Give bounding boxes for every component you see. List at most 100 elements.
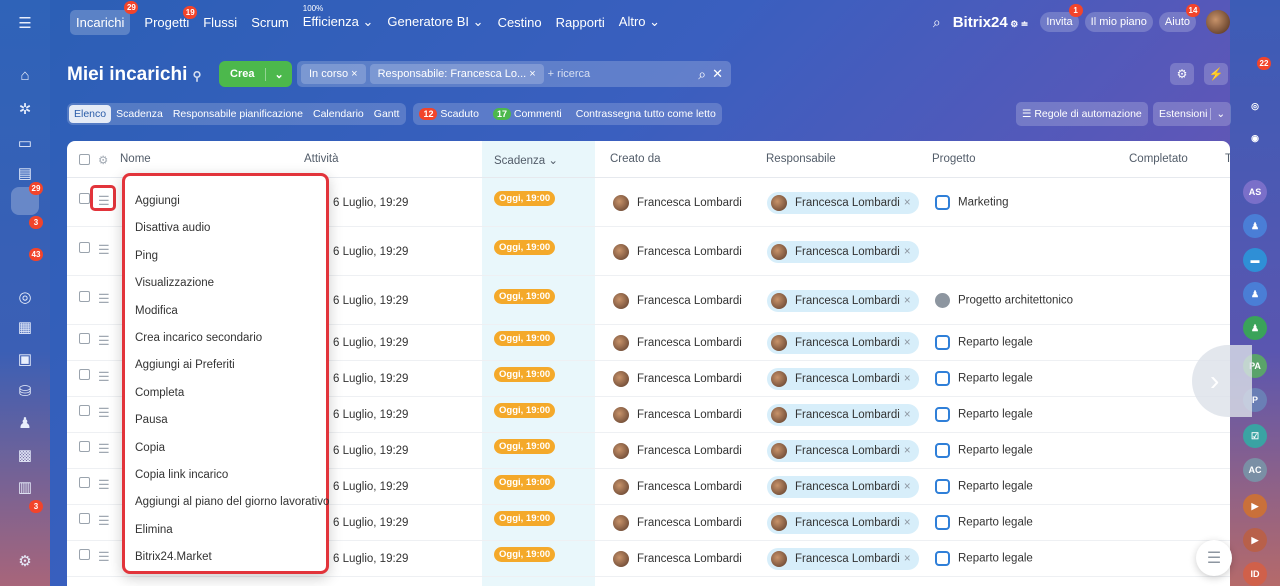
quick-action-button[interactable]: ⚡: [1204, 63, 1228, 85]
row-checkbox[interactable]: [79, 405, 90, 416]
created-by[interactable]: Francesca Lombardi: [613, 371, 742, 387]
row-menu-icon[interactable]: ☰: [98, 292, 110, 305]
project-link[interactable]: Marketing: [935, 195, 1009, 210]
responsible-chip[interactable]: Francesca Lombardi ×: [767, 290, 919, 312]
copilot-icon[interactable]: ◎: [1243, 94, 1267, 118]
video-icon[interactable]: ▶: [1243, 528, 1267, 552]
deadline-badge[interactable]: Oggi, 19:00: [494, 403, 556, 418]
project-link[interactable]: Progetto architettonico: [935, 293, 1073, 308]
column-completed[interactable]: Completato: [1129, 153, 1188, 165]
row-menu-icon[interactable]: ☰: [98, 514, 110, 527]
create-button[interactable]: Crea ⌄: [219, 61, 292, 87]
view-tab[interactable]: Scadenza: [111, 105, 168, 123]
filter-search-bar[interactable]: In corso × Responsabile: Francesca Lo...…: [297, 61, 731, 87]
responsible-chip[interactable]: Francesca Lombardi ×: [767, 332, 919, 354]
view-tab[interactable]: Elenco: [69, 105, 112, 123]
created-by[interactable]: Francesca Lombardi: [613, 551, 742, 567]
row-menu-icon[interactable]: ☰: [98, 478, 110, 491]
column-activity[interactable]: Attività: [304, 153, 339, 165]
responsible-chip[interactable]: Francesca Lombardi ×: [767, 440, 919, 462]
menu-item[interactable]: Modifica: [135, 305, 178, 317]
menu-item[interactable]: Aggiungi ai Preferiti: [135, 359, 235, 371]
column-name[interactable]: Nome: [120, 153, 151, 165]
created-by[interactable]: Francesca Lombardi: [613, 335, 742, 351]
docs-icon[interactable]: ▣: [11, 345, 39, 373]
pin-icon[interactable]: ⚲: [193, 69, 202, 83]
responsible-chip[interactable]: Francesca Lombardi ×: [767, 404, 919, 426]
responsible-chip[interactable]: Francesca Lombardi ×: [767, 548, 919, 570]
extensions-button[interactable]: Estensioni ⌄: [1153, 102, 1232, 126]
project-link[interactable]: Reparto legale: [935, 443, 1033, 458]
row-checkbox[interactable]: [79, 441, 90, 452]
row-checkbox[interactable]: [79, 291, 90, 302]
created-by[interactable]: Francesca Lombardi: [613, 443, 742, 459]
chat-icon[interactable]: ▭: [11, 129, 39, 157]
remove-icon[interactable]: ×: [904, 553, 911, 565]
column-truncated[interactable]: T: [1225, 153, 1230, 165]
row-menu-highlight[interactable]: [90, 185, 116, 211]
row-menu-icon[interactable]: ☰: [98, 334, 110, 347]
mail-icon[interactable]: 3: [11, 216, 43, 249]
deadline-badge[interactable]: Oggi, 19:00: [494, 439, 556, 454]
brand-logo[interactable]: Bitrix24 ⚙ ≐: [953, 14, 1029, 31]
column-responsible[interactable]: Responsabile: [766, 153, 836, 165]
drive-icon[interactable]: ⛁: [11, 377, 39, 405]
menu-item[interactable]: Aggiungi al piano del giorno lavorativo: [135, 496, 329, 508]
overdue-counter[interactable]: 12 Scaduto: [419, 108, 479, 120]
row-menu-icon[interactable]: ☰: [98, 442, 110, 455]
remove-icon[interactable]: ×: [904, 197, 911, 209]
menu-item[interactable]: Elimina: [135, 524, 173, 536]
check-icon[interactable]: ☑: [1243, 424, 1267, 448]
deadline-badge[interactable]: Oggi, 19:00: [494, 331, 556, 346]
deadline-badge[interactable]: Oggi, 19:00: [494, 475, 556, 490]
responsible-chip[interactable]: Francesca Lombardi ×: [767, 476, 919, 498]
row-menu-icon[interactable]: ☰: [98, 370, 110, 383]
create-dropdown-icon[interactable]: ⌄: [265, 67, 291, 81]
row-checkbox[interactable]: [79, 193, 90, 204]
view-tab[interactable]: Responsabile pianificazione: [168, 105, 308, 123]
select-all-checkbox[interactable]: [79, 154, 90, 165]
calendar-icon[interactable]: ▦: [11, 313, 39, 341]
search-input[interactable]: + ricerca: [548, 68, 699, 80]
screen-icon[interactable]: ▩: [11, 441, 39, 469]
column-deadline[interactable]: Scadenza ⌄: [494, 153, 558, 167]
group-icon[interactable]: ♟: [1243, 316, 1267, 340]
deadline-badge[interactable]: Oggi, 19:00: [494, 289, 556, 304]
bell-icon[interactable]: 22: [1243, 57, 1271, 86]
sign-icon[interactable]: 3: [11, 500, 43, 533]
view-tab[interactable]: Gantt: [369, 105, 405, 123]
project-link[interactable]: Reparto legale: [935, 335, 1033, 350]
nav-item[interactable]: Generatore BI ⌄: [387, 14, 483, 30]
responsible-chip[interactable]: Francesca Lombardi ×: [767, 241, 919, 263]
user-avatar[interactable]: [1206, 10, 1230, 34]
activity-icon[interactable]: ✲: [11, 95, 39, 123]
responsible-chip[interactable]: Francesca Lombardi ×: [767, 512, 919, 534]
deadline-badge[interactable]: Oggi, 19:00: [494, 511, 556, 526]
help-button[interactable]: Aiuto 14: [1158, 4, 1200, 32]
menu-item[interactable]: Completa: [135, 387, 184, 399]
settings-button[interactable]: ⚙: [1170, 63, 1194, 85]
created-by[interactable]: Francesca Lombardi: [613, 479, 742, 495]
project-link[interactable]: Reparto legale: [935, 479, 1033, 494]
deadline-badge[interactable]: Oggi, 19:00: [494, 367, 556, 382]
invite-button[interactable]: Invita 1: [1040, 4, 1083, 32]
responsible-chip[interactable]: Francesca Lombardi ×: [767, 368, 919, 390]
avatar-id[interactable]: ID: [1243, 562, 1267, 586]
column-project[interactable]: Progetto: [932, 153, 975, 165]
chat-bubble-icon[interactable]: ▬: [1243, 248, 1267, 272]
deadline-badge[interactable]: Oggi, 19:00: [494, 240, 556, 255]
row-checkbox[interactable]: [79, 369, 90, 380]
menu-item[interactable]: Aggiungi: [135, 195, 180, 207]
remove-icon[interactable]: ×: [904, 373, 911, 385]
deadline-badge[interactable]: Oggi, 19:00: [494, 191, 556, 206]
created-by[interactable]: Francesca Lombardi: [613, 515, 742, 531]
automation-rules-button[interactable]: ☰ Regole di automazione: [1016, 102, 1148, 126]
remove-icon[interactable]: ×: [904, 517, 911, 529]
remove-icon[interactable]: ×: [904, 409, 911, 421]
my-plan-button[interactable]: Il mio piano: [1084, 12, 1153, 32]
nav-item[interactable]: Rapporti: [556, 15, 605, 30]
row-checkbox[interactable]: [79, 242, 90, 253]
schedule-icon[interactable]: ▥: [11, 473, 39, 501]
project-link[interactable]: Reparto legale: [935, 407, 1033, 422]
nav-item[interactable]: Flussi: [203, 15, 237, 30]
